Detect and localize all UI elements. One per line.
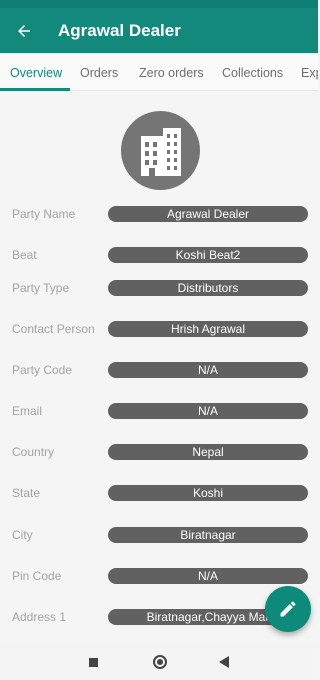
tab-overview[interactable]: Overview <box>10 53 62 90</box>
beat-value: Koshi Beat2 <box>108 247 308 263</box>
party-code-value: N/A <box>108 362 308 378</box>
back-button[interactable] <box>0 8 48 53</box>
app-bar: Agrawal Dealer <box>0 8 318 53</box>
party-type-value: Distributors <box>108 280 308 296</box>
party-name-label: Party Name <box>12 207 76 221</box>
pin-code-label: Pin Code <box>12 569 62 583</box>
triangle-back-icon[interactable] <box>219 656 229 668</box>
country-value: Nepal <box>108 444 308 460</box>
building-icon <box>140 127 181 176</box>
email-label: Email <box>12 404 43 418</box>
system-nav-bar <box>0 644 318 680</box>
party-name-value: Agrawal Dealer <box>108 206 308 222</box>
square-icon[interactable] <box>89 658 98 667</box>
address-1-label: Address 1 <box>12 610 67 624</box>
state-value: Koshi <box>108 485 308 501</box>
arrow-left-icon <box>18 24 30 37</box>
page-title: Agrawal Dealer <box>58 20 181 40</box>
tab-exp[interactable]: Exp <box>301 53 318 90</box>
tab-bar: Overview Orders Zero orders Collections … <box>0 53 318 91</box>
circle-icon[interactable] <box>153 655 167 669</box>
tab-zero-orders[interactable]: Zero orders <box>139 53 204 90</box>
beat-label: Beat <box>12 248 37 262</box>
tab-orders[interactable]: Orders <box>80 53 118 90</box>
contact-person-value: Hrish Agrawal <box>108 321 308 337</box>
party-type-label: Party Type <box>12 281 70 295</box>
status-bar <box>0 0 318 8</box>
tab-collections[interactable]: Collections <box>222 53 283 90</box>
pencil-icon <box>280 601 296 617</box>
city-label: City <box>12 528 33 542</box>
pin-code-value: N/A <box>108 568 308 584</box>
avatar <box>121 111 200 190</box>
country-label: Country <box>12 445 55 459</box>
city-value: Biratnagar <box>108 527 308 543</box>
party-code-label: Party Code <box>12 363 73 377</box>
state-label: State <box>12 486 41 500</box>
edit-button[interactable] <box>265 586 311 632</box>
email-value: N/A <box>108 403 308 419</box>
tab-indicator <box>0 88 70 91</box>
contact-person-label: Contact Person <box>12 322 95 336</box>
